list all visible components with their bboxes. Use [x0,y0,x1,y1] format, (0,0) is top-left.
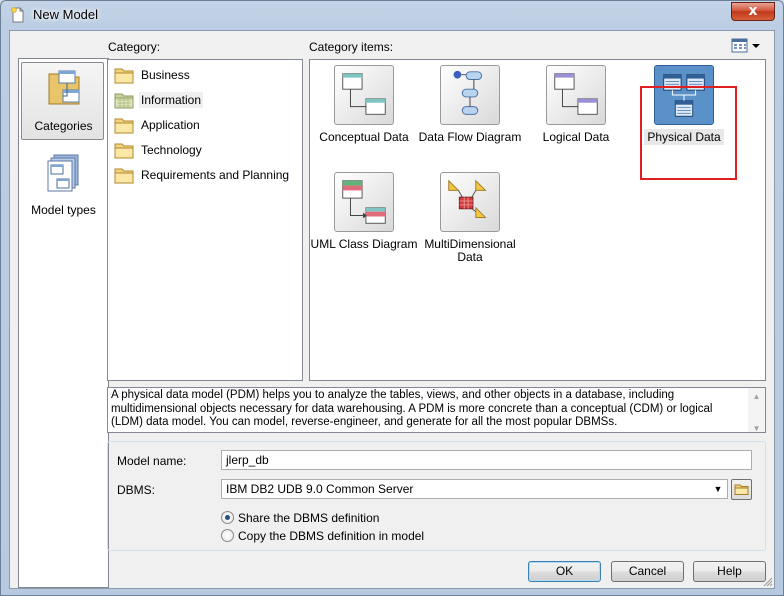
resize-grip-icon[interactable] [761,575,773,587]
model-description: A physical data model (PDM) helps you to… [107,387,766,433]
tree-item-business[interactable]: Business [114,65,192,85]
tree-label: Application [141,118,200,132]
share-dbms-label[interactable]: Share the DBMS definition [238,511,379,525]
uml-class-diagram-icon [334,172,394,232]
folder-icon [114,68,134,84]
tile-label: Conceptual Data [309,131,419,144]
tree-item-requirements-and-planning[interactable]: Requirements and Planning [114,165,291,185]
tile-label-text: Conceptual Data [319,130,409,144]
scroll-up-icon[interactable]: ▲ [748,390,765,404]
model-name-field[interactable]: jlerp_db [221,450,752,470]
logical-data-icon [546,65,606,125]
tile-label-text: UML Class Diagram [310,237,418,251]
model-types-icon [47,154,79,192]
tree-item-technology[interactable]: Technology [114,140,204,160]
category-items-panel[interactable]: Conceptual Data Data Flow Diagram Logica… [309,59,766,381]
multidimensional-data-icon [440,172,500,232]
selection-highlight-box [640,86,737,180]
category-items-label: Category items: [309,40,394,54]
category-label: Category: [108,40,161,54]
folder-icon [114,93,134,109]
new-model-dialog: New Model x Categories Model types Categ… [0,0,784,596]
tree-label: Requirements and Planning [141,168,290,182]
dbms-label: DBMS: [117,483,156,497]
view-mode-button[interactable] [731,38,761,54]
conceptual-data-icon [334,65,394,125]
ok-button[interactable]: OK [528,561,601,582]
model-nav-panel: Categories Model types [18,58,109,588]
nav-item-categories[interactable]: Categories [20,62,107,142]
tree-label: Business [141,68,190,82]
copy-dbms-radio[interactable] [221,529,234,542]
tile-label-text: Data Flow Diagram [418,130,522,144]
tile-label: Logical Data [521,131,631,144]
tile-label: Data Flow Diagram [415,131,525,144]
data-flow-diagram-icon [440,65,500,125]
tree-label: Information [139,92,204,108]
tile-logical-data[interactable]: Logical Data [521,65,631,155]
tile-label: MultiDimensional Data [415,238,525,264]
close-button[interactable]: x [731,2,775,21]
open-folder-icon [734,484,749,495]
dialog-body: Categories Model types Category: Categor… [9,30,775,589]
tile-label-text-line1: MultiDimensional [424,237,516,251]
tile-label-text: Logical Data [542,130,610,144]
nav-item-model-types[interactable]: Model types [20,151,107,231]
tile-data-flow-diagram[interactable]: Data Flow Diagram [415,65,525,155]
tile-label: UML Class Diagram [309,238,419,251]
tile-multidimensional-data[interactable]: MultiDimensional Data [415,172,525,272]
tile-uml-class-diagram[interactable]: UML Class Diagram [309,172,419,262]
folder-icon [114,143,134,159]
list-view-icon [731,38,760,53]
title-bar[interactable]: New Model x [1,1,783,29]
chevron-down-icon[interactable]: ▼ [711,482,725,496]
share-dbms-radio[interactable] [221,511,234,524]
description-text: A physical data model (PDM) helps you to… [111,389,713,428]
model-name-value: jlerp_db [226,453,269,467]
folder-icon [114,168,134,184]
description-scrollbar[interactable]: ▲ ▼ [748,388,765,433]
scroll-down-icon[interactable]: ▼ [748,422,765,436]
cancel-button[interactable]: Cancel [611,561,684,582]
dbms-value: IBM DB2 UDB 9.0 Common Server [226,482,414,496]
model-name-label: Model name: [117,454,187,468]
tree-label: Technology [141,143,202,157]
tile-conceptual-data[interactable]: Conceptual Data [309,65,419,155]
tree-item-information[interactable]: Information [114,90,204,110]
nav-label-model-types: Model types [31,203,96,217]
window-title: New Model [33,7,99,22]
category-tree[interactable]: Business Information Application Technol… [107,59,303,381]
new-document-icon [11,7,24,23]
tile-label-text-line2: Data [457,250,483,264]
tree-item-application[interactable]: Application [114,115,202,135]
folder-icon [114,118,134,134]
nav-label-categories: Categories [34,119,93,133]
dbms-select[interactable]: IBM DB2 UDB 9.0 Common Server ▼ [221,479,728,499]
categories-icon [48,70,80,105]
copy-dbms-label[interactable]: Copy the DBMS definition in model [238,529,424,543]
browse-dbms-button[interactable] [731,479,752,500]
help-button[interactable]: Help [693,561,766,582]
